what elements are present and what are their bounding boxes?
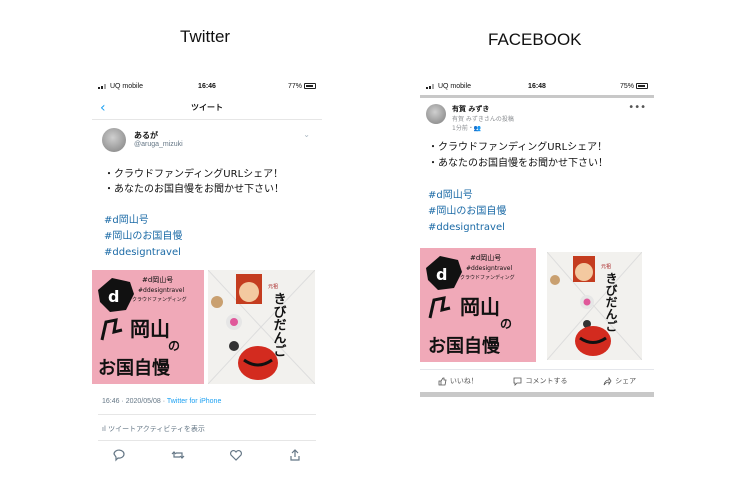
divider [420,95,654,98]
tweet-nav-bar: ‹ ツイート [92,98,322,120]
poster-main-text: 岡山 [130,317,170,341]
tweet-body: ・クラウドファンディングURLシェア！ ・あなたのお国自慢をお聞かせ下さい！ [104,167,314,197]
status-time: 16:46 [198,83,216,90]
tweet-source-link[interactable]: Twitter for iPhone [167,398,221,405]
user-name[interactable]: あるが [134,130,158,141]
package-image[interactable]: 元祖 きびだんご [546,251,643,361]
poster-image[interactable]: d #d岡山号 #ddesigntravel クラウドファンディング 岡山 の … [420,248,536,362]
hashtag-link[interactable]: #岡山のお国自慢 [428,204,506,220]
hashtag-list: #d岡山号 #岡山のお国自慢 #ddesigntravel [428,188,506,236]
poster-main-text: お国自慢 [428,335,501,357]
hashtag-link[interactable]: #d岡山号 [428,188,506,204]
divider [420,392,654,397]
status-bar: UQ mobile 16:48 75% [420,80,654,96]
package-small-label: 元祖 [268,283,278,290]
poster-tag: #ddesigntravel [466,265,512,272]
poster-logo: d [436,265,447,284]
poster-main-text: の [500,317,512,331]
poster-tag: #d岡山号 [142,275,173,284]
reply-icon[interactable] [112,448,126,462]
tweet-activity-link[interactable]: ıl ツイートアクティビティを表示 [102,424,205,434]
like-icon[interactable] [229,448,243,462]
avatar[interactable] [102,128,126,152]
tweet-line-1: ・クラウドファンディングURLシェア！ [104,169,284,180]
poster-main-text: 岡山 [460,295,500,319]
thumbs-up-icon [438,377,447,385]
post-time: 1分前・👥 [452,125,482,132]
package-label: きびだんご [604,272,618,332]
user-handle[interactable]: @aruga_mizuki [134,141,183,148]
package-label: きびだんご [271,292,287,357]
hashtag-link[interactable]: #ddesigntravel [428,220,506,236]
signal-icon [426,83,436,90]
facebook-column-title: FACEBOOK [488,30,582,49]
friends-icon: 👥 [473,125,482,132]
comment-label: コメントする [525,377,568,385]
user-name[interactable]: 有賀 みずき [452,104,489,114]
more-options-icon[interactable]: ••• [628,102,646,113]
avatar[interactable] [426,104,446,124]
poster-tag: クラウドファンディング [460,274,515,281]
twitter-screenshot: UQ mobile 16:46 77% ‹ ツイート あるが @aruga_mi… [92,80,322,475]
like-label: いいね！ [449,377,478,385]
hashtag-link[interactable]: #ddesigntravel [104,245,182,261]
package-image[interactable]: 元祖 きびだんご [207,269,316,385]
poster-main-text: の [168,339,180,353]
facebook-screenshot: UQ mobile 16:48 75% 有賀 みずき 有賀 みずきさんの投稿 1… [420,80,654,398]
battery-icon [636,83,648,90]
post-line-2: ・あなたのお国自慢をお聞かせ下さい！ [428,158,608,169]
status-time: 16:48 [528,83,546,90]
post-action-bar: いいね！ コメントする シェア [420,374,654,388]
poster-tag: #ddesigntravel [138,287,184,294]
carrier-label: UQ mobile [437,83,472,90]
tweet-action-bar [112,448,302,462]
like-button[interactable]: いいね！ [438,374,478,388]
share-label: シェア [615,377,637,385]
poster-main-text: お国自慢 [98,357,171,379]
poster-logo: d [108,287,119,306]
chevron-down-icon[interactable]: ⌄ [303,130,310,139]
poster-tag: クラウドファンディング [132,296,187,303]
share-button[interactable]: シェア [603,374,636,388]
comment-button[interactable]: コメントする [513,374,567,388]
tweet-line-2: ・あなたのお国自慢をお聞かせ下さい！ [104,184,284,195]
tweet-timestamp: 16:46 · 2020/05/08 · Twitter for iPhone [102,398,222,405]
divider [98,440,316,441]
battery-percent: 77% [287,83,302,90]
divider [420,369,654,370]
poster-image[interactable]: d #d岡山号 #ddesigntravel クラウドファンディング 岡山 の … [92,270,204,384]
divider [98,414,316,415]
package-small-label: 元祖 [601,263,611,270]
carrier-label: UQ mobile [109,83,144,90]
post-line-1: ・クラウドファンディングURLシェア！ [428,142,608,153]
signal-icon [98,83,108,90]
share-icon[interactable] [288,448,302,462]
hashtag-list: #d岡山号 #岡山のお国自慢 #ddesigntravel [104,213,182,261]
twitter-column-title: Twitter [180,27,231,46]
post-subline: 有賀 みずきさんの投稿 [452,116,514,123]
share-arrow-icon [603,376,612,385]
bar-chart-icon: ıl [102,425,106,433]
hashtag-link[interactable]: #岡山のお国自慢 [104,229,182,245]
post-body: ・クラウドファンディングURLシェア！ ・あなたのお国自慢をお聞かせ下さい！ [428,140,648,172]
status-bar: UQ mobile 16:46 77% [92,80,322,96]
retweet-icon[interactable] [171,448,185,462]
hashtag-link[interactable]: #d岡山号 [104,213,182,229]
battery-icon [304,83,316,90]
nav-title: ツイート [191,103,223,112]
poster-tag: #d岡山号 [470,253,501,262]
battery-percent: 75% [619,83,634,90]
comment-icon [514,377,522,386]
